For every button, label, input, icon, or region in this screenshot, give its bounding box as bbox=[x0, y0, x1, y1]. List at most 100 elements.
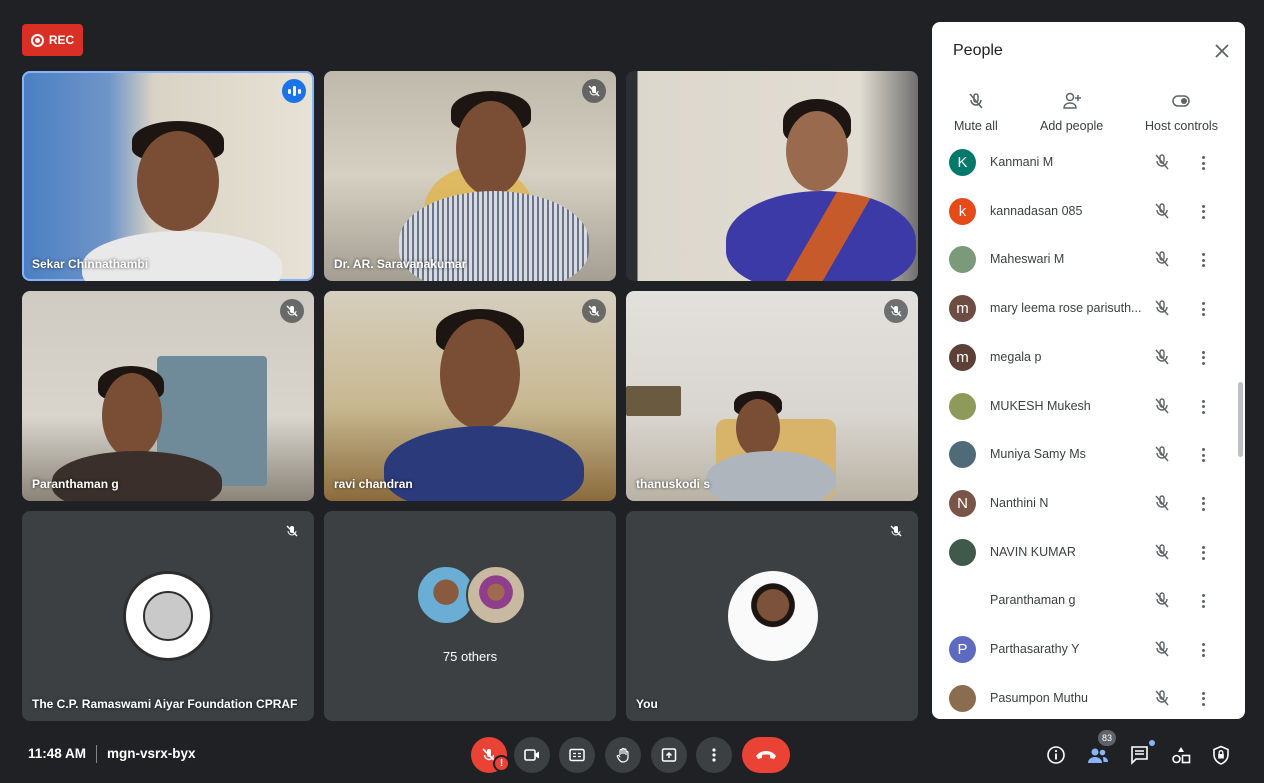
add-people-button[interactable]: Add people bbox=[1040, 92, 1103, 133]
muted-mic-icon bbox=[884, 299, 908, 323]
participant-row[interactable]: K Kanmani M bbox=[932, 144, 1245, 192]
participant-name: Pasumpon Muthu bbox=[990, 690, 1088, 705]
recording-indicator: REC bbox=[22, 24, 83, 56]
mute-all-button[interactable]: Mute all bbox=[954, 92, 998, 133]
panel-scrollbar[interactable] bbox=[1238, 382, 1243, 457]
recording-label: REC bbox=[48, 33, 75, 47]
participant-row[interactable]: k kannadasan 085 bbox=[932, 193, 1245, 241]
mic-off-icon[interactable] bbox=[1152, 444, 1172, 464]
present-button[interactable] bbox=[651, 737, 687, 773]
participant-row[interactable]: MUKESH Mukesh bbox=[932, 388, 1245, 436]
participant-row[interactable]: m mary leema rose parisuth... bbox=[932, 290, 1245, 338]
participant-row[interactable]: Pasumpon Muthu bbox=[932, 680, 1245, 719]
leave-call-button[interactable] bbox=[742, 737, 790, 773]
chat-button[interactable] bbox=[1128, 743, 1152, 767]
toggle-icon bbox=[1172, 95, 1191, 107]
more-vert-icon[interactable] bbox=[1200, 640, 1206, 660]
captions-icon bbox=[569, 748, 585, 762]
mute-all-icon bbox=[969, 93, 983, 109]
host-controls-label: Host controls bbox=[1145, 119, 1218, 133]
participant-row[interactable]: Paranthaman g bbox=[932, 582, 1245, 630]
mic-off-icon[interactable] bbox=[1152, 688, 1172, 708]
activities-icon bbox=[1172, 747, 1191, 764]
video-tile-sekar[interactable]: Sekar Chinnathambi bbox=[22, 71, 314, 281]
participant-name: Nanthini N bbox=[990, 495, 1049, 510]
panel-actions: Mute all Add people Host controls bbox=[932, 92, 1245, 142]
mic-off-icon[interactable] bbox=[1152, 347, 1172, 367]
person-face bbox=[786, 111, 848, 191]
mic-off-icon[interactable] bbox=[1152, 249, 1172, 269]
video-tile-paranthaman[interactable]: Paranthaman g bbox=[22, 291, 314, 501]
person-shirt bbox=[384, 426, 584, 501]
host-controls-bar-button[interactable] bbox=[1209, 743, 1233, 767]
present-icon bbox=[661, 748, 677, 762]
participant-avatar: K bbox=[949, 149, 976, 176]
mic-off-icon[interactable] bbox=[1152, 493, 1172, 513]
mic-off-icon[interactable] bbox=[1152, 590, 1172, 610]
mic-off-icon[interactable] bbox=[1152, 396, 1172, 416]
meeting-details-button[interactable] bbox=[1044, 743, 1068, 767]
participant-row[interactable]: Maheswari M bbox=[932, 241, 1245, 289]
participant-avatar bbox=[949, 392, 976, 420]
participant-row[interactable]: Muniya Samy Ms bbox=[932, 436, 1245, 484]
participant-name: ravi chandran bbox=[334, 477, 413, 491]
activities-button[interactable] bbox=[1169, 743, 1193, 767]
chat-notification-dot bbox=[1149, 740, 1155, 746]
person-shirt bbox=[706, 451, 836, 501]
mic-off-icon[interactable] bbox=[1152, 201, 1172, 221]
video-tile-you[interactable]: You bbox=[626, 511, 918, 721]
more-vert-icon[interactable] bbox=[1200, 202, 1206, 222]
participant-avatar bbox=[949, 441, 976, 469]
more-vert-icon[interactable] bbox=[1200, 397, 1206, 417]
captions-button[interactable] bbox=[559, 737, 595, 773]
cpraf-logo bbox=[123, 571, 213, 661]
participant-row[interactable]: NAVIN KUMAR bbox=[932, 534, 1245, 582]
camera-button[interactable] bbox=[514, 737, 550, 773]
host-controls-button[interactable]: Host controls bbox=[1145, 92, 1218, 133]
participant-name: You bbox=[636, 697, 658, 711]
meet-window: REC Sekar Chinnathambi Dr. AR. Saravanak… bbox=[0, 0, 1264, 783]
more-vert-icon[interactable] bbox=[1200, 250, 1206, 270]
meeting-code: mgn-vsrx-byx bbox=[107, 746, 196, 761]
participant-name: Kanmani M bbox=[990, 155, 1054, 169]
person-face bbox=[102, 373, 162, 458]
participant-row[interactable]: N Nanthini N bbox=[932, 485, 1245, 533]
participant-row[interactable]: P Parthasarathy Y bbox=[932, 631, 1245, 679]
participant-avatar bbox=[949, 246, 976, 274]
close-icon[interactable] bbox=[1210, 39, 1234, 63]
mute-all-label: Mute all bbox=[954, 119, 998, 133]
people-button[interactable] bbox=[1086, 743, 1110, 767]
participant-name: kannadasan 085 bbox=[990, 203, 1083, 218]
more-vert-icon[interactable] bbox=[1200, 153, 1206, 173]
video-tile-others[interactable]: 75 others bbox=[324, 511, 616, 721]
video-tile-presenter[interactable] bbox=[626, 71, 918, 281]
video-tile-cpraf[interactable]: The C.P. Ramaswami Aiyar Foundation CPRA… bbox=[22, 511, 314, 721]
participant-name: NAVIN KUMAR bbox=[990, 544, 1076, 559]
muted-mic-icon bbox=[280, 519, 304, 543]
participant-name: Dr. AR. Saravanakumar bbox=[334, 257, 467, 271]
video-tile-saravanakumar[interactable]: Dr. AR. Saravanakumar bbox=[324, 71, 616, 281]
video-tile-thanuskodi[interactable]: thanuskodi s bbox=[626, 291, 918, 501]
person-shirt bbox=[82, 231, 282, 281]
add-person-icon bbox=[1062, 92, 1081, 109]
participant-row[interactable]: m megala p bbox=[932, 339, 1245, 387]
more-options-button[interactable] bbox=[696, 737, 732, 773]
participant-name: Parthasarathy Y bbox=[990, 642, 1080, 656]
more-vert-icon[interactable] bbox=[1200, 689, 1206, 709]
raise-hand-button[interactable] bbox=[605, 737, 641, 773]
mic-alert-badge: ! bbox=[493, 755, 510, 772]
participant-name: Paranthaman g bbox=[32, 477, 119, 491]
participant-name: thanuskodi s bbox=[636, 477, 711, 491]
more-vert-icon[interactable] bbox=[1200, 591, 1206, 611]
more-vert-icon[interactable] bbox=[1200, 299, 1206, 319]
person-face bbox=[440, 319, 520, 429]
mic-off-icon[interactable] bbox=[1152, 152, 1172, 172]
more-vert-icon[interactable] bbox=[1200, 543, 1206, 563]
mic-off-icon[interactable] bbox=[1152, 542, 1172, 562]
mic-off-icon[interactable] bbox=[1152, 298, 1172, 318]
more-vert-icon[interactable] bbox=[1200, 494, 1206, 514]
video-tile-ravi[interactable]: ravi chandran bbox=[324, 291, 616, 501]
more-vert-icon[interactable] bbox=[1200, 445, 1206, 465]
more-vert-icon[interactable] bbox=[1200, 348, 1206, 368]
mic-off-icon[interactable] bbox=[1152, 639, 1172, 659]
